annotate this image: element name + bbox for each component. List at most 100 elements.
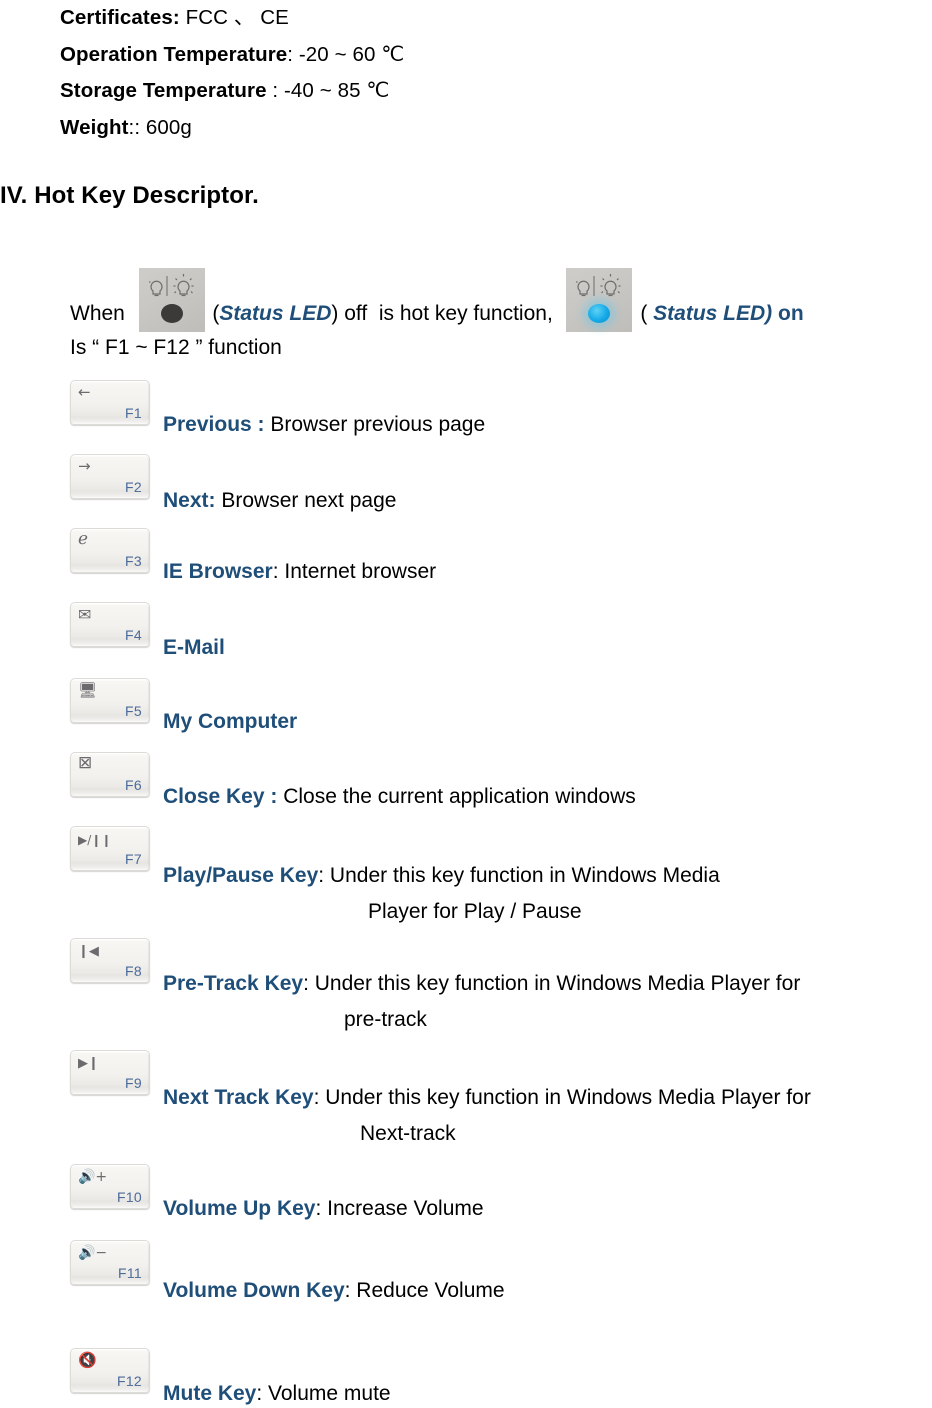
hotkey-label-f1: Previous : [163, 413, 265, 436]
hotkey-text-f10: Volume Up Key: Increase Volume [163, 1196, 484, 1222]
hotkey-label-f6: Close Key : [163, 785, 278, 808]
hotkey-desc-f9: : Under this key function in Windows Med… [313, 1086, 811, 1109]
intro-paren-close-off: ) off [331, 302, 368, 325]
hotkey-label-f3: IE Browser [163, 560, 273, 583]
hotkey-label-f11: Volume Down Key [163, 1279, 345, 1302]
section-heading: IV. Hot Key Descriptor. [0, 182, 259, 210]
spec-label-storage-temperature: Storage Temperature [60, 79, 267, 102]
hotkey-text-f12: Mute Key: Volume mute [163, 1381, 391, 1407]
next-track-icon: ▶❙ [78, 1056, 99, 1071]
status-led-label-on: Status LED) [647, 302, 773, 325]
hotkey-desc-f8: : Under this key function in Windows Med… [303, 972, 801, 995]
hotkey-text-f6: Close Key : Close the current applicatio… [163, 784, 636, 810]
hotkey-text-f8: Pre-Track Key: Under this key function i… [163, 971, 800, 997]
hotkey-label-f2: Next: [163, 489, 216, 512]
keycap-f5[interactable]: 🖥 F5 [70, 678, 150, 723]
volume-down-icon: 🔊− [78, 1245, 108, 1261]
keycap-f10[interactable]: 🔊+ F10 [70, 1164, 150, 1209]
hotkey-label-f12: Mute Key [163, 1382, 257, 1405]
status-led-on-icon [566, 268, 633, 332]
specifications-block: Certificates: FCC 、 CE Operation Tempera… [60, 0, 900, 146]
spec-label-weight: Weight [60, 115, 129, 139]
monitor-icon: 🖥 [78, 681, 98, 699]
hotkey-label-f7: Play/Pause Key [163, 864, 319, 887]
hotkey-cont-f9: Next-track [360, 1122, 456, 1145]
keycap-f12[interactable]: 🔇 F12 [70, 1348, 150, 1393]
hotkey-cont-f7: Player for Play / Pause [368, 900, 582, 923]
spec-label-operation-temperature: Operation Temperature [60, 42, 288, 66]
hotkey-label-f8: Pre-Track Key [163, 972, 304, 995]
arrow-left-icon: ← [78, 383, 91, 401]
section-heading-text: IV. Hot Key Descriptor [0, 182, 253, 209]
play-pause-icon: ▶/❙❙ [78, 833, 112, 847]
status-led-state-on: on [772, 302, 804, 325]
hotkey-desc-f12: : Volume mute [256, 1382, 391, 1405]
keycap-sheen [71, 417, 149, 424]
hotkey-text-f4: E-Mail [163, 635, 225, 661]
arrow-right-icon: → [78, 457, 91, 475]
keycap-sheen [71, 1385, 149, 1392]
hotkey-label-f4: E-Mail [163, 636, 225, 659]
hotkey-text-f11: Volume Down Key: Reduce Volume [163, 1278, 505, 1304]
mute-icon: 🔇 [78, 1351, 97, 1369]
hotkey-text-f3: IE Browser: Internet browser [163, 559, 436, 585]
keycap-f3[interactable]: ℯ F3 [70, 528, 150, 573]
internet-explorer-icon: ℯ [78, 529, 89, 549]
keycap-f7[interactable]: ▶/❙❙ F7 [70, 826, 150, 871]
hotkey-desc-f2: Browser next page [215, 489, 397, 512]
hotkey-text-f9: Next Track Key: Under this key function … [163, 1085, 811, 1111]
spec-value-weight: :: 600g [128, 115, 192, 139]
spec-label-certificates: Certificates: [60, 6, 180, 29]
close-window-icon: ⊠ [78, 753, 93, 773]
keycap-sheen [71, 565, 149, 572]
section-heading-period: . [252, 182, 259, 209]
keycap-sheen [71, 1277, 149, 1284]
keycap-sheen [71, 863, 149, 870]
keycap-sheen [71, 1087, 149, 1094]
keycap-sheen [71, 715, 149, 722]
keycap-f4[interactable]: ✉ F4 [70, 602, 150, 647]
spec-line-weight: Weight:: 600g [60, 110, 900, 147]
keycap-sheen [71, 789, 149, 796]
led-indicator-dot-off [160, 304, 183, 323]
function-range-line: Is “ F1 ~ F12 ” function [70, 336, 282, 359]
hotkey-text-f5: My Computer [163, 709, 297, 735]
keycap-f11[interactable]: 🔊− F11 [70, 1240, 150, 1285]
spec-value-storage-temperature: : -40 ~ 85 ℃ [266, 79, 390, 102]
status-led-off-icon [138, 268, 205, 332]
keycap-f9[interactable]: ▶❙ F9 [70, 1050, 150, 1095]
spec-value-certificates: FCC 、 CE [179, 6, 289, 29]
envelope-icon: ✉ [78, 605, 92, 624]
spec-line-operation-temperature: Operation Temperature: -20 ~ 60 ℃ [60, 37, 900, 74]
led-indicator-dot-on [588, 304, 611, 323]
keycap-f1[interactable]: ← F1 [70, 380, 150, 425]
hotkey-desc-f1: Browser previous page [264, 413, 486, 436]
hotkey-text-f2: Next: Browser next page [163, 488, 396, 514]
keycap-f8[interactable]: ❙◀ F8 [70, 938, 150, 983]
hotkey-label-f9: Next Track Key [163, 1086, 314, 1109]
keycap-sheen [71, 491, 149, 498]
hotkey-desc-f7: : Under this key function in Windows Med… [318, 864, 720, 887]
hotkey-desc-f10: : Increase Volume [315, 1197, 484, 1220]
hotkey-label-f10: Volume Up Key [163, 1197, 316, 1220]
hotkey-desc-f11: : Reduce Volume [344, 1279, 505, 1302]
keycap-sheen [71, 1201, 149, 1208]
spec-value-operation-temperature: : -20 ~ 60 ℃ [287, 42, 405, 66]
intro-when-text: When [70, 302, 125, 325]
intro-middle-text: is hot key function, [378, 302, 553, 325]
status-led-label-off: Status LED [219, 302, 332, 325]
hotkey-text-f1: Previous : Browser previous page [163, 412, 485, 438]
volume-up-icon: 🔊+ [78, 1169, 108, 1185]
keycap-f6[interactable]: ⊠ F6 [70, 752, 150, 797]
hotkey-cont-f8: pre-track [344, 1008, 427, 1031]
hotkey-label-f5: My Computer [163, 710, 298, 733]
keycap-f2[interactable]: → F2 [70, 454, 150, 499]
hotkey-desc-f3: : Internet browser [272, 560, 437, 583]
keycap-sheen [71, 975, 149, 982]
spec-line-certificates: Certificates: FCC 、 CE [60, 0, 900, 37]
previous-track-icon: ❙◀ [78, 944, 99, 959]
hotkey-desc-f6: Close the current application windows [277, 785, 636, 808]
spec-line-storage-temperature: Storage Temperature : -40 ~ 85 ℃ [60, 73, 900, 110]
keycap-sheen [71, 639, 149, 646]
hotkey-text-f7: Play/Pause Key: Under this key function … [163, 863, 720, 889]
